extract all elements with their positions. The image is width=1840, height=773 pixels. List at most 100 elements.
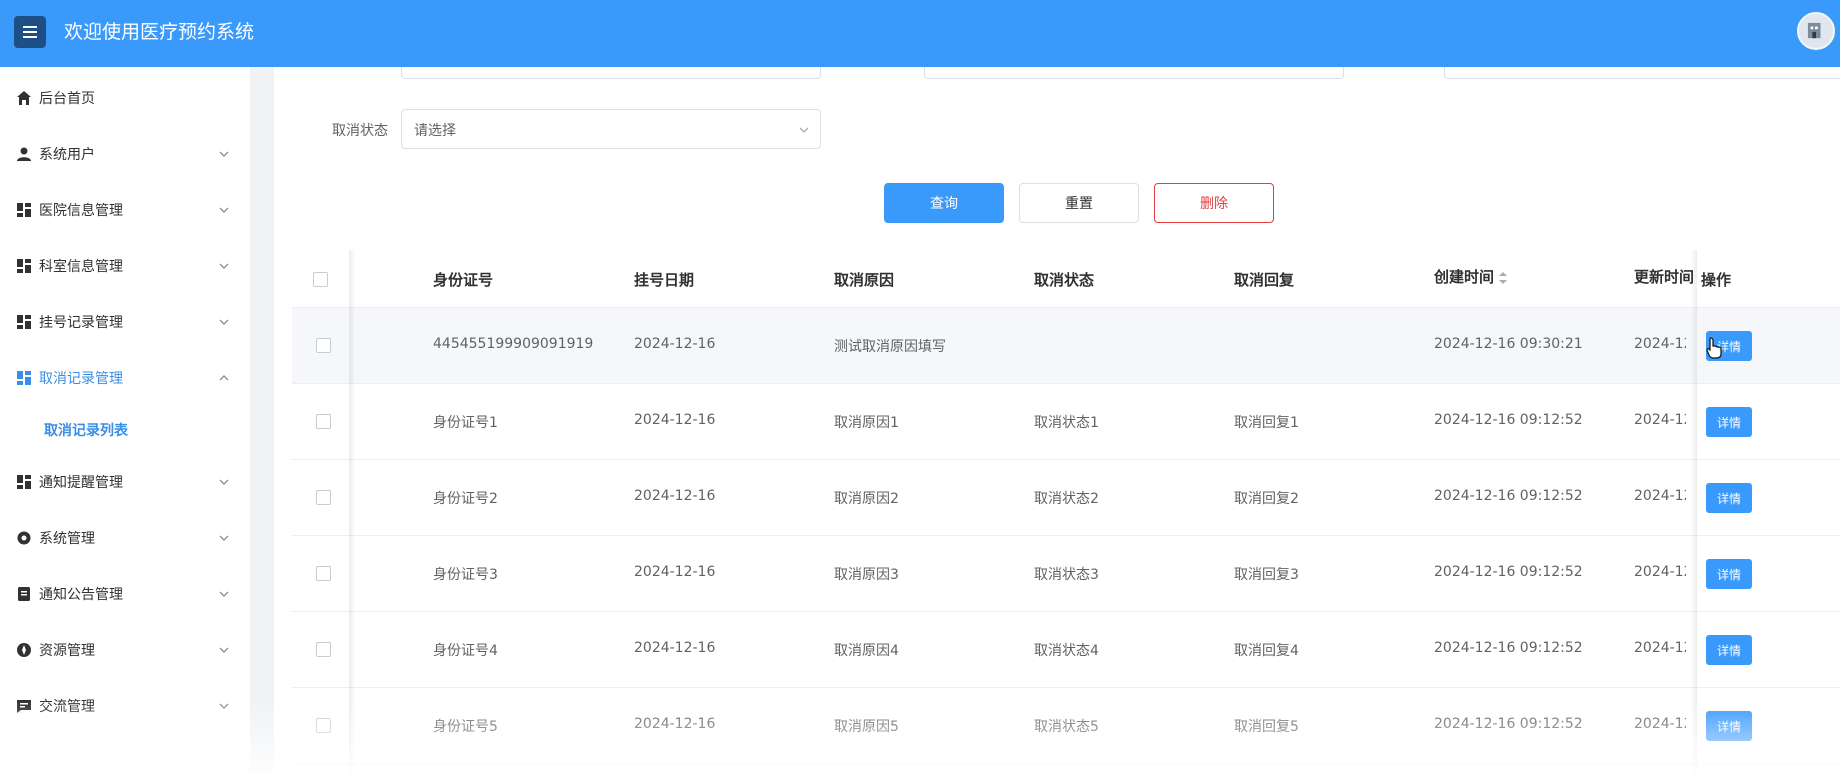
table-row[interactable]: 身份证号5 2024-12-16 取消原因5 取消状态5 取消回复5 2024-… bbox=[292, 688, 1840, 764]
query-button[interactable]: 查询 bbox=[884, 183, 1004, 223]
hamburger-icon bbox=[23, 26, 37, 38]
sidebar-item-cancellation[interactable]: 取消记录管理 bbox=[0, 350, 250, 406]
sidebar-item-label: 后台首页 bbox=[39, 91, 95, 107]
table-row[interactable]: 身份证号1 2024-12-16 取消原因1 取消状态1 取消回复1 2024-… bbox=[292, 384, 1840, 460]
sidebar-item-communication[interactable]: 交流管理 bbox=[0, 678, 250, 734]
operation-cell: 详情 bbox=[1697, 384, 1840, 460]
row-checkbox[interactable] bbox=[316, 414, 331, 429]
cell-reply: 取消回复2 bbox=[1234, 491, 1299, 507]
cell-reason: 取消原因5 bbox=[834, 719, 899, 735]
search-input[interactable] bbox=[924, 67, 1344, 79]
table-row[interactable]: 445455199909091919 2024-12-16 测试取消原因填写 2… bbox=[292, 308, 1840, 384]
chevron-down-icon bbox=[219, 703, 229, 709]
cancellation-table: 身份证号 挂号日期 取消原因 取消状态 取消回复 创建时间 更新时间 44545… bbox=[292, 250, 1840, 773]
column-header: 取消原因 bbox=[834, 271, 895, 289]
reset-button[interactable]: 重置 bbox=[1019, 183, 1139, 223]
cell-reply: 取消回复4 bbox=[1234, 643, 1299, 659]
table-row[interactable]: 身份证号2 2024-12-16 取消原因2 取消状态2 取消回复2 2024-… bbox=[292, 460, 1840, 536]
sidebar-item-resources[interactable]: 资源管理 bbox=[0, 622, 250, 678]
sidebar-subitem-label: 取消记录列表 bbox=[44, 423, 128, 439]
column-header-created[interactable]: 创建时间 bbox=[1434, 266, 1508, 287]
sidebar-item-label: 资源管理 bbox=[39, 643, 95, 659]
detail-button[interactable]: 详情 bbox=[1706, 559, 1752, 589]
grid-icon bbox=[17, 475, 31, 489]
sidebar-item-announcements[interactable]: 通知公告管理 bbox=[0, 566, 250, 622]
sidebar-item-home[interactable]: 后台首页 bbox=[0, 70, 250, 126]
cell-reason: 取消原因1 bbox=[834, 415, 899, 431]
sidebar-subitem-cancellation-list[interactable]: 取消记录列表 bbox=[0, 406, 250, 454]
cell-reg-date: 2024-12-16 bbox=[634, 412, 716, 428]
row-checkbox[interactable] bbox=[316, 338, 331, 353]
cell-created: 2024-12-16 09:30:21 bbox=[1434, 336, 1583, 352]
grid-icon bbox=[17, 203, 31, 217]
cell-created: 2024-12-16 09:12:52 bbox=[1434, 716, 1583, 732]
cell-id-number: 445455199909091919 bbox=[433, 336, 594, 352]
sidebar-item-system-users[interactable]: 系统用户 bbox=[0, 126, 250, 182]
row-checkbox[interactable] bbox=[316, 566, 331, 581]
chevron-down-icon bbox=[219, 647, 229, 653]
column-header: 操作 bbox=[1701, 271, 1732, 289]
detail-button[interactable]: 详情 bbox=[1706, 635, 1752, 665]
sidebar-item-hospital[interactable]: 医院信息管理 bbox=[0, 182, 250, 238]
cell-updated: 2024-12 bbox=[1634, 716, 1686, 732]
cell-updated: 2024-12 bbox=[1634, 336, 1686, 352]
document-icon bbox=[18, 587, 30, 601]
cell-updated: 2024-12 bbox=[1634, 564, 1686, 580]
sidebar-item-label: 通知提醒管理 bbox=[39, 475, 123, 491]
cancel-status-placeholder: 请选择 bbox=[414, 123, 456, 139]
operation-cell: 详情 bbox=[1697, 460, 1840, 536]
sidebar-item-label: 科室信息管理 bbox=[39, 259, 123, 275]
chevron-down-icon bbox=[219, 151, 229, 157]
search-input[interactable] bbox=[401, 67, 821, 79]
cell-created: 2024-12-16 09:12:52 bbox=[1434, 640, 1583, 656]
cancel-status-select[interactable]: 请选择 bbox=[401, 109, 821, 149]
cell-status: 取消状态1 bbox=[1034, 415, 1099, 431]
sidebar: 后台首页 系统用户 医院信息管理 科室信息管理 挂号记录管理 取消记录管理 取消… bbox=[0, 67, 250, 773]
cell-updated: 2024-12 bbox=[1634, 412, 1686, 428]
cell-status: 取消状态3 bbox=[1034, 567, 1099, 583]
detail-button[interactable]: 详情 bbox=[1706, 407, 1752, 437]
cell-reply: 取消回复5 bbox=[1234, 719, 1299, 735]
delete-button[interactable]: 删除 bbox=[1154, 183, 1274, 223]
cell-id-number: 身份证号5 bbox=[433, 719, 498, 735]
sidebar-item-registration[interactable]: 挂号记录管理 bbox=[0, 294, 250, 350]
content-gutter bbox=[250, 67, 274, 773]
cell-reg-date: 2024-12-16 bbox=[634, 716, 716, 732]
row-checkbox[interactable] bbox=[316, 642, 331, 657]
table-row[interactable]: 身份证号4 2024-12-16 取消原因4 取消状态4 取消回复4 2024-… bbox=[292, 612, 1840, 688]
chevron-down-icon bbox=[219, 319, 229, 325]
table-row[interactable]: 身份证号3 2024-12-16 取消原因3 取消状态3 取消回复3 2024-… bbox=[292, 536, 1840, 612]
row-checkbox[interactable] bbox=[316, 718, 331, 733]
fixed-column-shadow bbox=[349, 250, 355, 773]
sidebar-item-label: 系统用户 bbox=[39, 147, 95, 163]
cell-id-number: 身份证号4 bbox=[433, 643, 498, 659]
operation-cell: 详情 bbox=[1697, 612, 1840, 688]
row-checkbox[interactable] bbox=[316, 490, 331, 505]
detail-button[interactable]: 详情 bbox=[1706, 711, 1752, 741]
operation-cell: 详情 bbox=[1697, 536, 1840, 612]
sidebar-item-department[interactable]: 科室信息管理 bbox=[0, 238, 250, 294]
menu-toggle-button[interactable] bbox=[14, 16, 46, 48]
cell-reason: 取消原因3 bbox=[834, 567, 899, 583]
cell-reply: 取消回复1 bbox=[1234, 415, 1299, 431]
main-content: 取消状态 请选择 查询 重置 删除 身份证号 挂号日期 取消原因 取消状态 取消… bbox=[274, 67, 1840, 773]
cell-id-number: 身份证号1 bbox=[433, 415, 498, 431]
operation-cell: 详情 bbox=[1697, 688, 1840, 764]
cell-status: 取消状态4 bbox=[1034, 643, 1099, 659]
sort-icon[interactable] bbox=[1498, 271, 1508, 285]
table-header-row: 身份证号 挂号日期 取消原因 取消状态 取消回复 创建时间 更新时间 bbox=[292, 250, 1840, 308]
detail-button[interactable]: 详情 bbox=[1706, 483, 1752, 513]
app-title: 欢迎使用医疗预约系统 bbox=[64, 21, 255, 43]
cell-reg-date: 2024-12-16 bbox=[634, 640, 716, 656]
cell-reason: 取消原因2 bbox=[834, 491, 899, 507]
select-all-checkbox[interactable] bbox=[313, 272, 328, 287]
search-input[interactable] bbox=[1444, 67, 1840, 79]
chevron-down-icon bbox=[219, 479, 229, 485]
operation-column: 操作 详情 详情 详情 详情 详情 详情 bbox=[1697, 250, 1840, 773]
grid-icon bbox=[17, 371, 31, 385]
avatar[interactable] bbox=[1797, 12, 1835, 50]
cell-updated: 2024-12 bbox=[1634, 488, 1686, 504]
sidebar-item-system-management[interactable]: 系统管理 bbox=[0, 510, 250, 566]
sidebar-item-notifications[interactable]: 通知提醒管理 bbox=[0, 454, 250, 510]
cell-created: 2024-12-16 09:12:52 bbox=[1434, 488, 1583, 504]
